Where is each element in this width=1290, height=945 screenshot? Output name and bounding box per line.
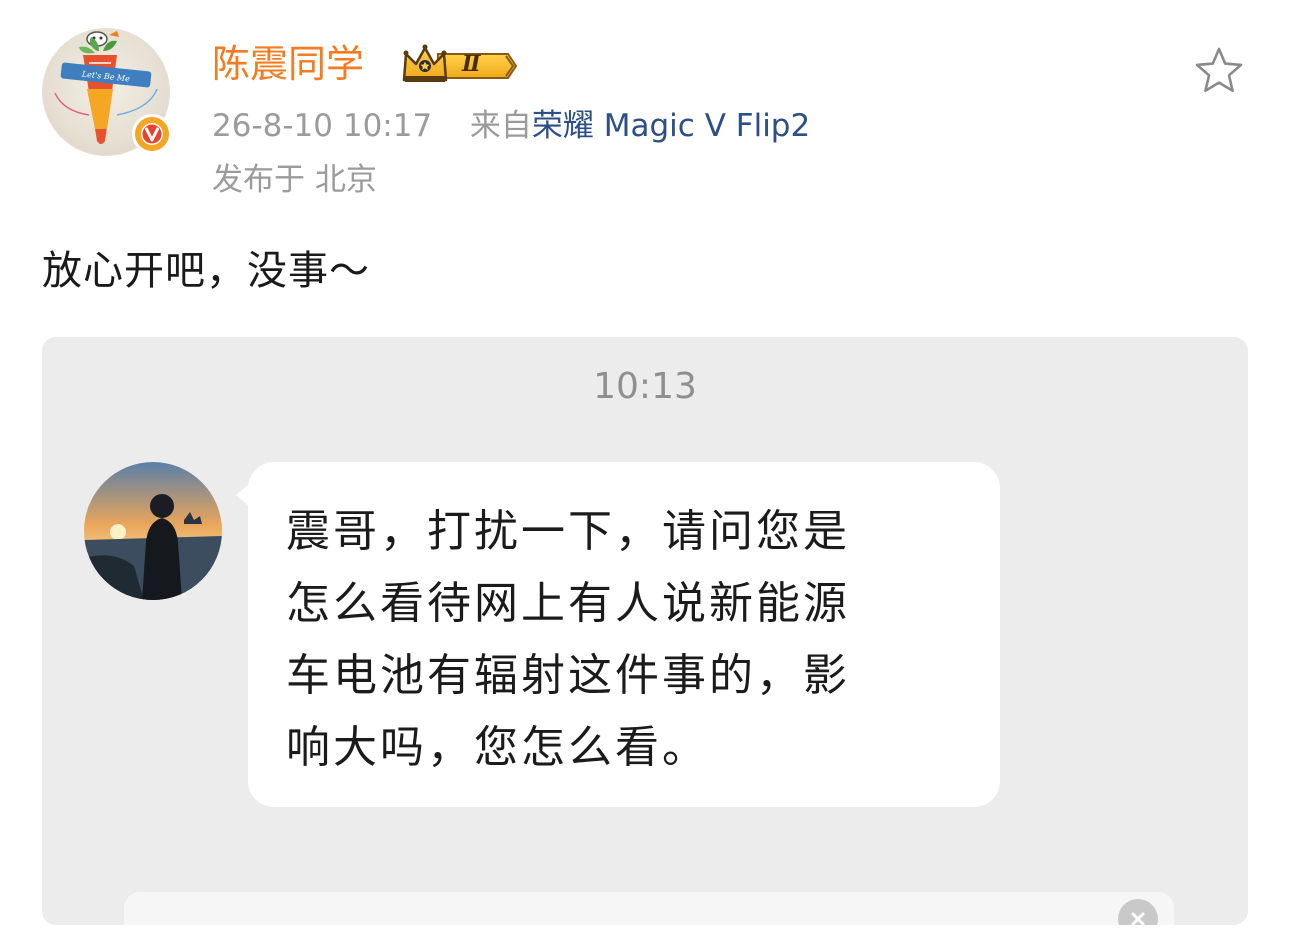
post-text: 放心开吧，没事～ bbox=[42, 248, 370, 294]
source-prefix: 来自 bbox=[469, 108, 532, 144]
message-line: 响大吗，您怎么看。 bbox=[286, 722, 709, 773]
star-outline-icon[interactable] bbox=[1192, 44, 1246, 98]
message-line: 怎么看待网上有人说新能源 bbox=[286, 578, 850, 629]
post-location: 发布于 北京 bbox=[212, 162, 377, 198]
verified-v-icon bbox=[132, 114, 172, 154]
source-device-link[interactable]: 荣耀 Magic V Flip2 bbox=[532, 108, 810, 144]
attached-chat-screenshot[interactable]: 10:13 震哥，打扰一下，请问您是 怎么看待网上有人说新能源 车电池有辐射这件… bbox=[42, 337, 1248, 925]
author-avatar[interactable]: Let's Be Me bbox=[42, 28, 172, 156]
chat-input-area bbox=[124, 892, 1174, 925]
chat-message-bubble: 震哥，打扰一下，请问您是 怎么看待网上有人说新能源 车电池有辐射这件事的，影 响… bbox=[248, 462, 1000, 807]
message-line: 震哥，打扰一下，请问您是 bbox=[286, 506, 850, 557]
sunset-person-avatar bbox=[84, 462, 222, 600]
post-meta: 26-8-10 10:17 来自荣耀 Magic V Flip2 bbox=[212, 104, 810, 148]
crown-vip-icon[interactable]: Ⅱ bbox=[400, 42, 520, 88]
author-name[interactable]: 陈震同学 bbox=[212, 38, 364, 90]
post-timestamp: 26-8-10 10:17 bbox=[212, 108, 433, 144]
vip-level-label: Ⅱ bbox=[462, 51, 481, 77]
chat-time: 10:13 bbox=[593, 366, 697, 407]
message-line: 车电池有辐射这件事的，影 bbox=[286, 650, 850, 701]
